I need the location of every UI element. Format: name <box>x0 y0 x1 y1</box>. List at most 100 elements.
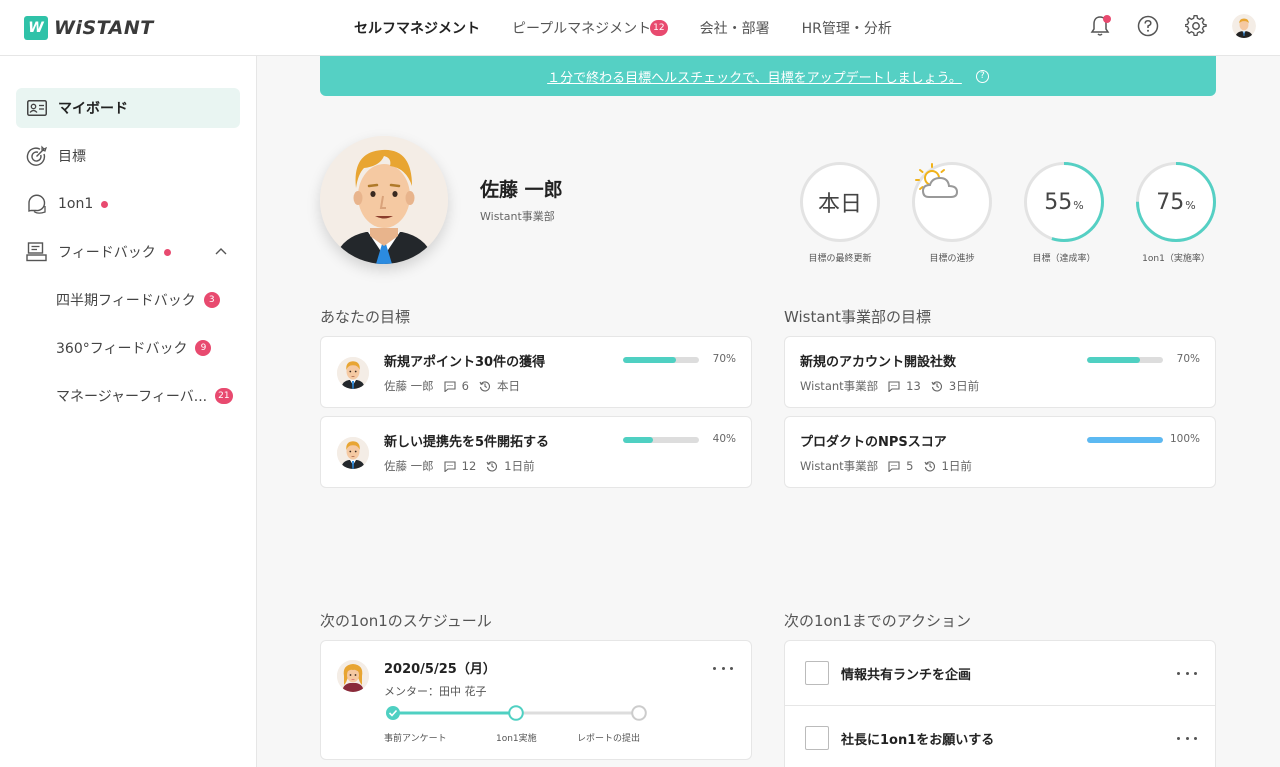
notification-dot <box>101 200 109 208</box>
feedback-icon <box>26 241 48 263</box>
id-card-icon <box>26 97 48 119</box>
profile-name: 佐藤 一郎 <box>480 179 563 201</box>
comment-count: 12 <box>461 459 477 473</box>
stat-label: 1on1（実施率） <box>1142 254 1210 264</box>
comment-icon <box>888 380 900 392</box>
stat-goal-progress[interactable]: 目標の進捗 <box>912 162 992 264</box>
schedule-card[interactable]: 2020/5/25（月） メンター：田中 花子 事前アンケート 1on1実施 レ… <box>320 640 752 760</box>
schedule-mentor: メンター：田中 花子 <box>384 685 487 698</box>
updated-time: 1日前 <box>504 459 535 473</box>
step-label-report: レポートの提出 <box>577 734 641 744</box>
stat-last-updated[interactable]: 本日 目標の最終更新 <box>800 162 880 264</box>
goal-title: 新規のアカウント開設社数 <box>800 355 957 370</box>
sidebar-subitem-quarterly-feedback[interactable]: 四半期フィードバック 3 <box>56 284 236 316</box>
sidebar-subitem-manager-feedback[interactable]: マネージャーフィーバ... 21 <box>56 380 236 412</box>
history-icon <box>931 381 942 392</box>
actions-card: 情報共有ランチを企画 社長に1on1をお願いする <box>784 640 1216 767</box>
chat-icon <box>26 193 48 215</box>
action-checkbox[interactable] <box>805 661 829 685</box>
goal-meta: 佐藤 一郎 12 1日前 <box>384 458 535 474</box>
comment-count: 5 <box>906 459 914 473</box>
nav-label: HR管理・分析 <box>801 21 892 37</box>
stat-value: 75 <box>1156 189 1185 215</box>
history-icon <box>924 461 935 472</box>
comment-icon <box>444 460 456 472</box>
app-logo[interactable]: W WiSTANT <box>24 16 154 40</box>
profile-department: Wistant事業部 <box>480 210 555 223</box>
sidebar-subitem-360-feedback[interactable]: 360°フィードバック 9 <box>56 332 236 364</box>
more-options-button[interactable] <box>1177 668 1197 678</box>
sidebar-item-label: 目標 <box>58 149 86 165</box>
top-header: W WiSTANT セルフマネジメント ピープルマネジメント 12 会社・部署 H… <box>0 0 1280 56</box>
bell-icon[interactable] <box>1088 14 1112 38</box>
history-icon <box>479 381 490 392</box>
action-text: 情報共有ランチを企画 <box>841 668 972 683</box>
stat-label: 目標の最終更新 <box>808 254 872 264</box>
schedule-date: 2020/5/25（月） <box>384 662 496 677</box>
health-check-link[interactable]: １分で終わる目標ヘルスチェックで、目標をアップデートしましょう。 <box>547 67 962 86</box>
comment-icon <box>444 380 456 392</box>
progress-fill <box>1087 357 1141 363</box>
count-badge: 3 <box>203 292 220 308</box>
progress-bar <box>1087 437 1163 443</box>
sidebar-item-1on1[interactable]: 1on1 <box>16 184 240 224</box>
goal-owner: Wistant事業部 <box>800 379 879 393</box>
progress-percent: 70% <box>1176 353 1200 365</box>
action-text: 社長に1on1をお願いする <box>841 733 995 748</box>
goal-card[interactable]: 新規アポイント30件の獲得 佐藤 一郎 6 本日 70% <box>320 336 752 408</box>
dept-goal-card[interactable]: プロダクトのNPSスコア Wistant事業部 5 1日前 100% <box>784 416 1216 488</box>
top-navigation: セルフマネジメント ピープルマネジメント 12 会社・部署 HR管理・分析 <box>354 0 924 56</box>
goal-meta: Wistant事業部 13 3日前 <box>800 378 979 394</box>
help-icon[interactable]: ? <box>975 69 989 83</box>
action-item: 情報共有ランチを企画 <box>785 641 1215 705</box>
action-checkbox[interactable] <box>805 726 829 750</box>
stat-goal-achievement[interactable]: 55% 目標（達成率） <box>1024 162 1104 264</box>
sidebar-item-goals[interactable]: 目標 <box>16 136 240 176</box>
logo-mark-icon: W <box>24 16 48 40</box>
goal-card[interactable]: 新しい提携先を5件開拓する 佐藤 一郎 12 1日前 40% <box>320 416 752 488</box>
progress-percent: 70% <box>712 353 736 365</box>
comment-icon <box>888 460 900 472</box>
more-options-button[interactable] <box>713 663 733 673</box>
goal-owner: 佐藤 一郎 <box>384 459 434 473</box>
step-label-survey: 事前アンケート <box>384 734 447 744</box>
progress-steps <box>386 705 647 721</box>
progress-bar <box>623 357 699 363</box>
avatar <box>337 437 369 469</box>
nav-company-department[interactable]: 会社・部署 <box>700 18 770 38</box>
more-options-button[interactable] <box>1177 733 1197 743</box>
sidebar-item-label: 1on1 <box>58 196 94 212</box>
nav-hr-analytics[interactable]: HR管理・分析 <box>802 18 892 38</box>
updated-time: 1日前 <box>941 459 972 473</box>
action-item: 社長に1on1をお願いする <box>785 705 1215 767</box>
sidebar-item-feedback[interactable]: フィードバック <box>16 232 240 272</box>
sidebar: マイボード 目標 1on1 フィードバック 四半期フィードバック 3 360°フ… <box>0 56 257 767</box>
health-check-banner: １分で終わる目標ヘルスチェックで、目標をアップデートしましょう。 ? <box>320 56 1216 96</box>
sidebar-item-myboard[interactable]: マイボード <box>16 88 240 128</box>
goal-title: 新規アポイント30件の獲得 <box>384 355 546 370</box>
help-icon[interactable] <box>1136 14 1160 38</box>
goal-owner: Wistant事業部 <box>800 459 879 473</box>
dept-goals-title: Wistant事業部の目標 <box>784 308 931 326</box>
count-badge: 21 <box>215 388 233 404</box>
goal-title: 新しい提携先を5件開拓する <box>384 435 550 450</box>
count-badge: 9 <box>195 340 212 356</box>
avatar <box>337 357 369 389</box>
progress-percent: 40% <box>712 433 736 445</box>
progress-fill <box>623 437 654 443</box>
stat-1on1-rate[interactable]: 75% 1on1（実施率） <box>1136 162 1216 264</box>
goal-owner: 佐藤 一郎 <box>384 379 434 393</box>
actions-title: 次の1on1までのアクション <box>784 612 972 630</box>
stat-label: 目標（達成率） <box>1032 254 1096 264</box>
goal-meta: 佐藤 一郎 6 本日 <box>384 378 520 394</box>
dept-goal-card[interactable]: 新規のアカウント開設社数 Wistant事業部 13 3日前 70% <box>784 336 1216 408</box>
gear-icon[interactable] <box>1184 14 1208 38</box>
history-icon <box>486 461 498 472</box>
user-avatar[interactable] <box>1232 14 1256 38</box>
profile-avatar <box>320 136 448 264</box>
nav-people-management[interactable]: ピープルマネジメント 12 <box>512 18 668 38</box>
updated-time: 3日前 <box>948 379 980 393</box>
nav-self-management[interactable]: セルフマネジメント <box>354 18 480 38</box>
stat-label: 目標の進捗 <box>929 254 975 264</box>
chevron-up-icon[interactable] <box>214 245 228 263</box>
